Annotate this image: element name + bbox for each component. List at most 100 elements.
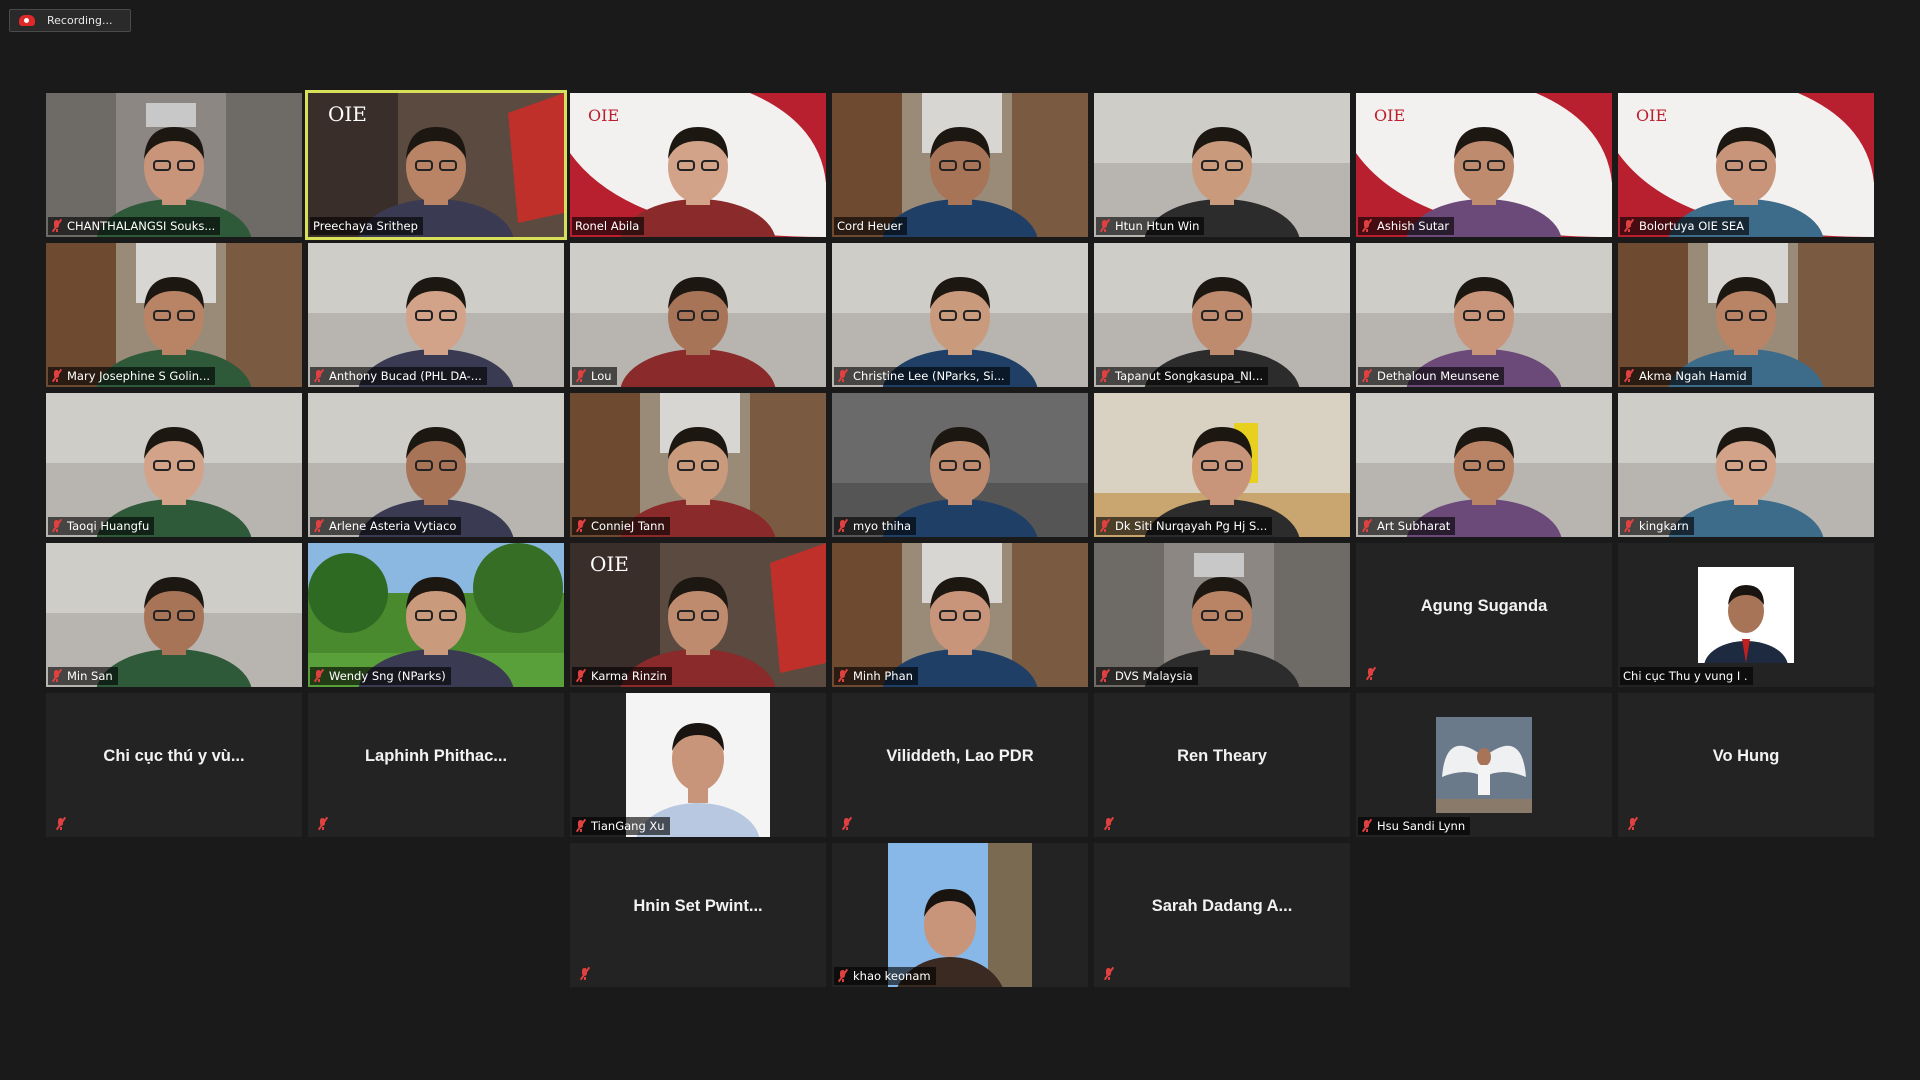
participant-nameplate (576, 965, 600, 983)
participant-tile-dethaloun-meunsene[interactable]: Dethaloun Meunsene (1356, 243, 1612, 387)
participant-tile-chi-c-c-thu-y-vung-i[interactable]: Chi cục Thu y vung I . (1618, 543, 1874, 687)
video-feed (1618, 243, 1874, 387)
muted-mic-icon (1099, 368, 1111, 383)
participant-tile-min-san[interactable]: Min San (46, 543, 302, 687)
participant-name: Hsu Sandi Lynn (1377, 819, 1466, 833)
video-feed (1094, 393, 1350, 537)
video-feed (1094, 93, 1350, 237)
svg-text:OIE: OIE (588, 106, 619, 125)
participant-nameplate: khao keonam (834, 967, 936, 985)
participant-tile-preechaya-srithep[interactable]: OIE Preechaya Srithep (305, 90, 567, 240)
participant-tile-mary-josephine-s-golin[interactable]: Mary Josephine S Golin... (46, 243, 302, 387)
participant-tile-khao-keonam[interactable]: khao keonam (832, 843, 1088, 987)
participant-nameplate: Christine Lee (NParks, Si... (834, 367, 1010, 385)
participant-tile-ashish-sutar[interactable]: OIE Ashish Sutar (1356, 93, 1612, 237)
participant-tile-conniej-tann[interactable]: ConnieJ Tann (570, 393, 826, 537)
participant-tile-hsu-sandi-lynn[interactable]: Hsu Sandi Lynn (1356, 693, 1612, 837)
muted-mic-icon (1623, 518, 1635, 533)
svg-text:OIE: OIE (328, 102, 367, 126)
participant-name: Taoqi Huangfu (67, 519, 150, 533)
participant-tile-hnin-set-pwint[interactable]: Hnin Set Pwint... (570, 843, 826, 987)
participant-tile-art-subharat[interactable]: Art Subharat (1356, 393, 1612, 537)
muted-mic-icon (51, 668, 63, 683)
participant-tile-akma-ngah-hamid[interactable]: Akma Ngah Hamid (1618, 243, 1874, 387)
participant-tile-cord-heuer[interactable]: Cord Heuer (832, 93, 1088, 237)
participant-tile-tiangang-xu[interactable]: TianGang Xu (570, 693, 826, 837)
participant-name: Arlene Asteria Vytiaco (329, 519, 457, 533)
participant-tile-taoqi-huangfu[interactable]: Taoqi Huangfu (46, 393, 302, 537)
video-feed: OIE (570, 93, 826, 237)
svg-text:OIE: OIE (1636, 106, 1667, 125)
participant-tile-ronel-abila[interactable]: OIE Ronel Abila (570, 93, 826, 237)
participant-name: Wendy Sng (NParks) (329, 669, 446, 683)
participant-tile-wendy-sng-nparks[interactable]: Wendy Sng (NParks) (308, 543, 564, 687)
muted-mic-icon (1099, 518, 1111, 533)
participant-tile-dk-siti-nurqayah-pg-hj-s[interactable]: Dk Siti Nurqayah Pg Hj S... (1094, 393, 1350, 537)
participant-tile-christine-lee-nparks-si[interactable]: Christine Lee (NParks, Si... (832, 243, 1088, 387)
participant-tile-ren-theary[interactable]: Ren Theary (1094, 693, 1350, 837)
participant-tile-viliddeth-lao-pdr[interactable]: Viliddeth, Lao PDR (832, 693, 1088, 837)
video-feed (832, 393, 1088, 537)
muted-mic-icon (841, 816, 853, 831)
participant-tile-kingkarn[interactable]: kingkarn (1618, 393, 1874, 537)
muted-mic-icon (313, 518, 325, 533)
participant-tile-anthony-bucad-phl-da[interactable]: Anthony Bucad (PHL DA-... (308, 243, 564, 387)
participant-nameplate: Cord Heuer (834, 217, 908, 235)
profile-photo (888, 843, 1032, 987)
participant-name: DVS Malaysia (1115, 669, 1193, 683)
profile-photo (626, 693, 770, 837)
participant-nameplate: Anthony Bucad (PHL DA-... (310, 367, 487, 385)
participant-name: Tapanut Songkasupa_NI... (1115, 369, 1264, 383)
participant-tile-minh-phan[interactable]: Minh Phan (832, 543, 1088, 687)
participant-name-large: Sarah Dadang A... (1151, 897, 1293, 915)
participant-nameplate (1624, 815, 1648, 833)
participant-name: ConnieJ Tann (591, 519, 665, 533)
muted-mic-icon (1099, 668, 1111, 683)
muted-mic-icon (1361, 218, 1373, 233)
participant-tile-lou[interactable]: Lou (570, 243, 826, 387)
participant-tile-dvs-malaysia[interactable]: DVS Malaysia (1094, 543, 1350, 687)
participant-tile-laphinh-phithac[interactable]: Laphinh Phithac... (308, 693, 564, 837)
participant-name-large: Laphinh Phithac... (364, 747, 508, 765)
video-feed (308, 393, 564, 537)
muted-mic-icon (317, 816, 329, 831)
participant-name: Dethaloun Meunsene (1377, 369, 1500, 383)
participant-nameplate: Ronel Abila (572, 217, 645, 235)
participant-tile-tapanut-songkasupa-ni[interactable]: Tapanut Songkasupa_NI... (1094, 243, 1350, 387)
video-feed (1356, 393, 1612, 537)
muted-mic-icon (837, 668, 849, 683)
muted-mic-icon (837, 968, 849, 983)
participant-nameplate: Ashish Sutar (1358, 217, 1455, 235)
muted-mic-icon (837, 518, 849, 533)
participant-name: Lou (591, 369, 612, 383)
participant-tile-htun-htun-win[interactable]: Htun Htun Win (1094, 93, 1350, 237)
participant-nameplate (1100, 815, 1124, 833)
participant-name-large: Hnin Set Pwint... (633, 897, 763, 915)
participant-tile-vo-hung[interactable]: Vo Hung (1618, 693, 1874, 837)
profile-photo (1698, 567, 1794, 687)
participant-nameplate (838, 815, 862, 833)
participant-nameplate (314, 815, 338, 833)
video-feed (46, 93, 302, 237)
muted-mic-icon (1103, 966, 1115, 981)
participant-tile-chi-c-c-th-y-v[interactable]: Chi cục thú y vù... (46, 693, 302, 837)
participant-tile-agung-suganda[interactable]: Agung Suganda (1356, 543, 1612, 687)
participant-name: Art Subharat (1377, 519, 1451, 533)
participant-nameplate: Chi cục Thu y vung I . (1620, 667, 1753, 685)
participant-tile-myo-thiha[interactable]: myo thiha (832, 393, 1088, 537)
participant-name-large: Chi cục thú y vù... (103, 747, 245, 765)
participant-tile-arlene-asteria-vytiaco[interactable]: Arlene Asteria Vytiaco (308, 393, 564, 537)
participant-tile-chanthalangsi-souks[interactable]: CHANTHALANGSI Souks... (46, 93, 302, 237)
participant-nameplate: Hsu Sandi Lynn (1358, 817, 1471, 835)
participant-name: Htun Htun Win (1115, 219, 1200, 233)
muted-mic-icon (55, 816, 67, 831)
profile-photo (1436, 717, 1532, 813)
video-feed (46, 243, 302, 387)
participant-name: Ronel Abila (575, 219, 640, 233)
participant-nameplate (52, 815, 76, 833)
muted-mic-icon (1103, 816, 1115, 831)
video-feed (46, 393, 302, 537)
participant-tile-sarah-dadang-a[interactable]: Sarah Dadang A... (1094, 843, 1350, 987)
participant-tile-bolortuya-oie-sea[interactable]: OIE Bolortuya OIE SEA (1618, 93, 1874, 237)
participant-tile-karma-rinzin[interactable]: OIE Karma Rinzin (570, 543, 826, 687)
